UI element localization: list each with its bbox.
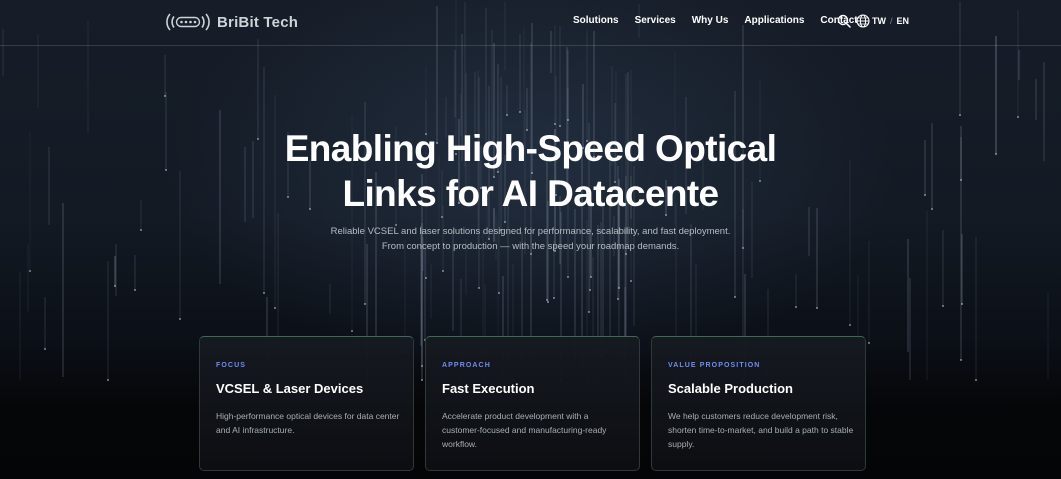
hero-title-line-2: Links for AI Datacente [342,173,719,214]
search-icon[interactable] [837,14,851,28]
light-dot [995,153,997,155]
light-dot [274,307,276,309]
card-eyebrow: FOCUS [216,362,246,369]
light-dot [140,229,142,231]
language-en[interactable]: EN [897,16,910,26]
light-dot [961,303,963,305]
light-dot [263,292,265,294]
light-dot [442,270,444,272]
light-dot [795,306,797,308]
light-dot [630,280,632,282]
signal-dots-logo-icon [166,13,210,31]
light-dot [114,285,116,287]
card-title: VCSEL & Laser Devices [216,381,364,396]
brand-logo[interactable]: BriBit Tech [163,10,298,34]
language-tw[interactable]: TW [872,16,886,26]
light-dot [553,297,555,299]
card-body: We help customers reduce development ris… [668,411,854,449]
light-dot [617,298,619,300]
light-dot [546,299,548,301]
nav-link-services[interactable]: Services [635,15,676,26]
light-dot [179,318,181,320]
light-dot [421,379,423,381]
light-dot [44,348,46,350]
hero-title: Enabling High-Speed Optical Links for AI… [180,126,881,216]
main-menu: Solutions Services Why Us Applications C… [573,15,858,26]
light-dot [567,276,569,278]
light-dot [816,307,818,309]
light-dot [164,95,166,97]
light-dot [506,114,508,116]
light-dot [960,359,962,361]
light-dot [29,270,31,272]
light-dot [868,342,870,344]
hero-subtitle: Reliable VCSEL and laser solutions desig… [230,224,831,254]
card-body: Accelerate product development with a cu… [442,411,607,449]
light-dot [165,169,167,171]
light-dot [425,277,427,279]
light-dot [351,330,353,332]
card-body: High-performance optical devices for dat… [216,411,400,435]
light-dot [554,123,556,125]
feature-card-value-proposition: VALUE PROPOSITION Scalable Production We… [651,336,866,471]
language-separator: / [890,16,893,26]
feature-card-focus: FOCUS VCSEL & Laser Devices High-perform… [199,336,414,471]
light-dot [364,303,366,305]
nav-link-applications[interactable]: Applications [744,15,804,26]
globe-icon [856,14,870,28]
light-dot [1017,116,1019,118]
hero-subtitle-line-2: From concept to production — with the sp… [381,241,680,252]
card-eyebrow: APPROACH [442,362,491,369]
light-dot [734,296,736,298]
light-dot [519,111,521,113]
hero-subtitle-line-1: Reliable VCSEL and laser solutions desig… [330,226,731,237]
light-dot [959,114,961,116]
light-dot [931,208,933,210]
feature-card-approach: APPROACH Fast Execution Accelerate produ… [425,336,640,471]
light-dot [924,194,926,196]
light-dot [975,379,977,381]
card-title: Fast Execution [442,381,535,396]
light-dot [942,305,944,307]
light-dot [421,365,423,367]
hero-title-line-1: Enabling High-Speed Optical [284,128,777,169]
card-title: Scalable Production [668,381,793,396]
light-dot [588,311,590,313]
light-dot [107,379,109,381]
top-navigation: BriBit Tech Solutions Services Why Us Ap… [0,0,1061,46]
nav-link-solutions[interactable]: Solutions [573,15,619,26]
light-dot [504,221,506,223]
nav-link-why-us[interactable]: Why Us [692,15,729,26]
light-dot [134,289,136,291]
light-dot [478,287,480,289]
light-dot [547,301,549,303]
brand-name: BriBit Tech [217,13,299,31]
light-dot [849,324,851,326]
card-eyebrow: VALUE PROPOSITION [668,362,761,369]
language-switcher: TW / EN [872,16,909,26]
